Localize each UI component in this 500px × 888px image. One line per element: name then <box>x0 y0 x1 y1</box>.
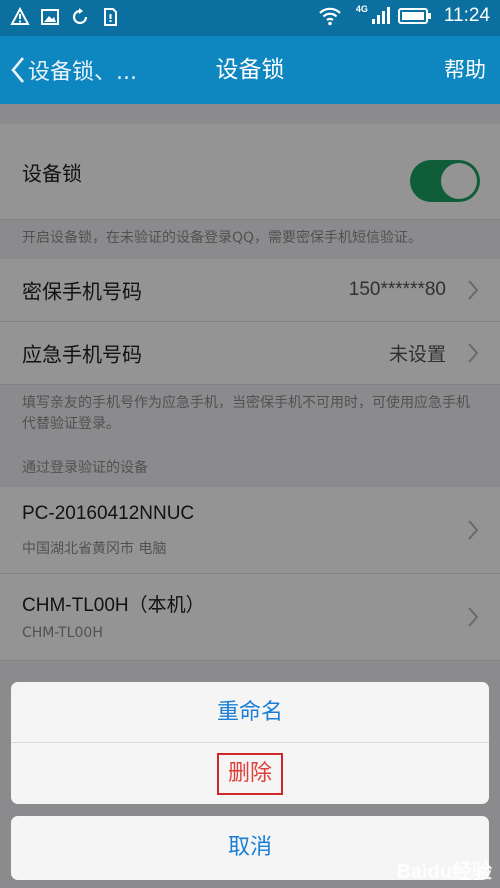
clock: 11:24 <box>443 5 490 26</box>
help-button[interactable]: 帮助 <box>444 36 486 104</box>
delete-button[interactable]: 删除 <box>11 743 489 804</box>
notification-icons <box>10 7 120 27</box>
wifi-icon <box>319 7 341 26</box>
baidu-watermark: Baidu经验 <box>396 861 492 883</box>
action-sheet: 重命名 删除 <box>11 682 489 804</box>
rename-button[interactable]: 重命名 <box>11 682 489 743</box>
page-title: 设备锁 <box>215 57 285 83</box>
battery-icon <box>397 8 431 24</box>
image-icon <box>41 9 59 25</box>
sync-icon <box>72 8 88 25</box>
delete-label: 删除 <box>216 752 283 795</box>
navigation-bar: 设备锁、... 设备锁 帮助 <box>0 36 500 104</box>
signal-icon <box>371 7 390 24</box>
status-bar: 4G 11:24 <box>0 0 500 36</box>
warning-icon <box>10 7 30 25</box>
network-type: 4G <box>355 4 368 14</box>
system-icons: 4G 11:24 <box>318 4 490 27</box>
sim-icon <box>104 8 117 26</box>
